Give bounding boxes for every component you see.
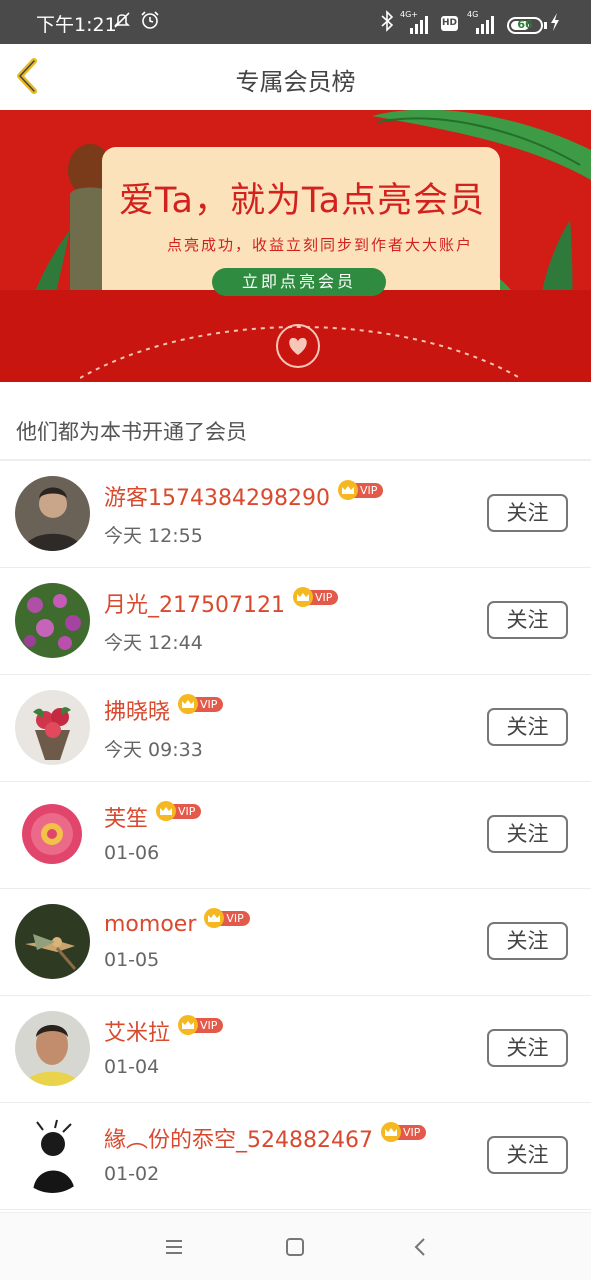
home-square-icon[interactable] — [281, 1233, 309, 1261]
member-row[interactable]: 月光_217507121 VIP 今天 12:44 关注 — [0, 568, 591, 675]
banner-headline: 爱Ta，就为Ta点亮会员 — [118, 181, 486, 221]
battery-tip — [544, 22, 547, 29]
alarm-icon — [140, 10, 160, 35]
member-name[interactable]: 緣︵份的忝空_524882467 — [104, 1122, 373, 1154]
crown-icon — [178, 694, 199, 714]
signal-2-icon — [476, 12, 494, 34]
avatar[interactable] — [15, 904, 90, 979]
member-name-line: 艾米拉 VIP — [104, 1015, 224, 1047]
battery-icon: 66 — [507, 17, 543, 34]
follow-button[interactable]: 关注 — [487, 815, 568, 853]
member-name-line: momoer VIP — [104, 908, 250, 939]
nav-bar: 专属会员榜 — [0, 44, 591, 110]
menu-icon[interactable] — [160, 1233, 188, 1261]
member-name[interactable]: 芙笙 — [104, 801, 148, 833]
member-time: 01-04 — [104, 1056, 160, 1078]
member-name[interactable]: 月光_217507121 — [104, 587, 285, 619]
member-name[interactable]: momoer — [104, 912, 196, 937]
bolt-icon — [549, 12, 561, 37]
member-row[interactable]: 艾米拉 VIP 01-04 关注 — [0, 996, 591, 1103]
member-row[interactable]: 緣︵份的忝空_524882467 VIP 01-02 关注 — [0, 1103, 591, 1210]
vip-badge: VIP — [204, 908, 250, 928]
member-name-line: 緣︵份的忝空_524882467 VIP — [104, 1122, 427, 1154]
hd-badge: HD — [441, 16, 458, 31]
section-title: 他们都为本书开通了会员 — [16, 420, 247, 444]
promo-banner[interactable]: 爱Ta，就为Ta点亮会员 点亮成功，收益立刻同步到作者大大账户 立即点亮会员 — [0, 110, 591, 382]
heart-seal-icon — [276, 324, 320, 368]
bluetooth-icon — [380, 10, 394, 37]
system-nav-bar — [0, 1212, 591, 1280]
member-name[interactable]: 艾米拉 — [104, 1015, 170, 1047]
crown-icon — [178, 1015, 199, 1035]
avatar[interactable] — [15, 1011, 90, 1086]
member-name[interactable]: 拂晓晓 — [104, 694, 170, 726]
vip-badge: VIP — [337, 480, 384, 500]
member-row[interactable]: momoer VIP 01-05 关注 — [0, 889, 591, 996]
member-list: 游客1574384298290 VIP 今天 12:55 关注 月光_21750… — [0, 461, 591, 1210]
member-row[interactable]: 芙笙 VIP 01-06 关注 — [0, 782, 591, 889]
crown-icon — [156, 801, 177, 821]
member-name-line: 芙笙 VIP — [104, 801, 202, 833]
vip-badge: VIP — [178, 1015, 224, 1035]
crown-icon — [337, 480, 358, 500]
follow-button[interactable]: 关注 — [487, 1029, 568, 1067]
follow-button[interactable]: 关注 — [487, 1136, 568, 1174]
member-row[interactable]: 拂晓晓 VIP 今天 09:33 关注 — [0, 675, 591, 782]
member-row[interactable]: 游客1574384298290 VIP 今天 12:55 关注 — [0, 461, 591, 568]
follow-button[interactable]: 关注 — [487, 601, 568, 639]
vip-badge: VIP — [380, 1122, 427, 1142]
page-title: 专属会员榜 — [235, 68, 356, 96]
member-time: 01-05 — [104, 949, 160, 971]
avatar[interactable] — [15, 1118, 90, 1193]
follow-button[interactable]: 关注 — [487, 494, 568, 532]
crown-icon — [292, 587, 313, 607]
vip-badge: VIP — [156, 801, 202, 821]
avatar[interactable] — [15, 690, 90, 765]
member-name-line: 月光_217507121 VIP — [104, 587, 339, 619]
light-up-vip-button[interactable]: 立即点亮会员 — [212, 268, 386, 296]
avatar[interactable] — [15, 583, 90, 658]
mute-icon — [112, 10, 132, 35]
crown-icon — [380, 1122, 401, 1142]
signal-1-icon — [410, 12, 428, 34]
follow-button[interactable]: 关注 — [487, 922, 568, 960]
back-triangle-icon[interactable] — [406, 1233, 434, 1261]
member-time: 今天 09:33 — [104, 739, 203, 761]
status-time: 下午1:21 — [36, 14, 117, 36]
vip-badge: VIP — [178, 694, 224, 714]
member-time: 今天 12:55 — [104, 525, 203, 547]
member-time: 01-02 — [104, 1163, 160, 1185]
member-time: 01-06 — [104, 842, 160, 864]
status-bar: 下午1:21 4G+ HD 4G 66 — [0, 0, 591, 44]
vip-badge: VIP — [292, 587, 339, 607]
follow-button[interactable]: 关注 — [487, 708, 568, 746]
member-name-line: 游客1574384298290 VIP — [104, 480, 384, 512]
avatar[interactable] — [15, 476, 90, 551]
avatar[interactable] — [15, 797, 90, 872]
banner-subline: 点亮成功，收益立刻同步到作者大大账户 — [166, 236, 473, 254]
member-time: 今天 12:44 — [104, 632, 203, 654]
member-name[interactable]: 游客1574384298290 — [104, 480, 330, 512]
member-name-line: 拂晓晓 VIP — [104, 694, 224, 726]
battery-level: 66 — [517, 18, 533, 31]
